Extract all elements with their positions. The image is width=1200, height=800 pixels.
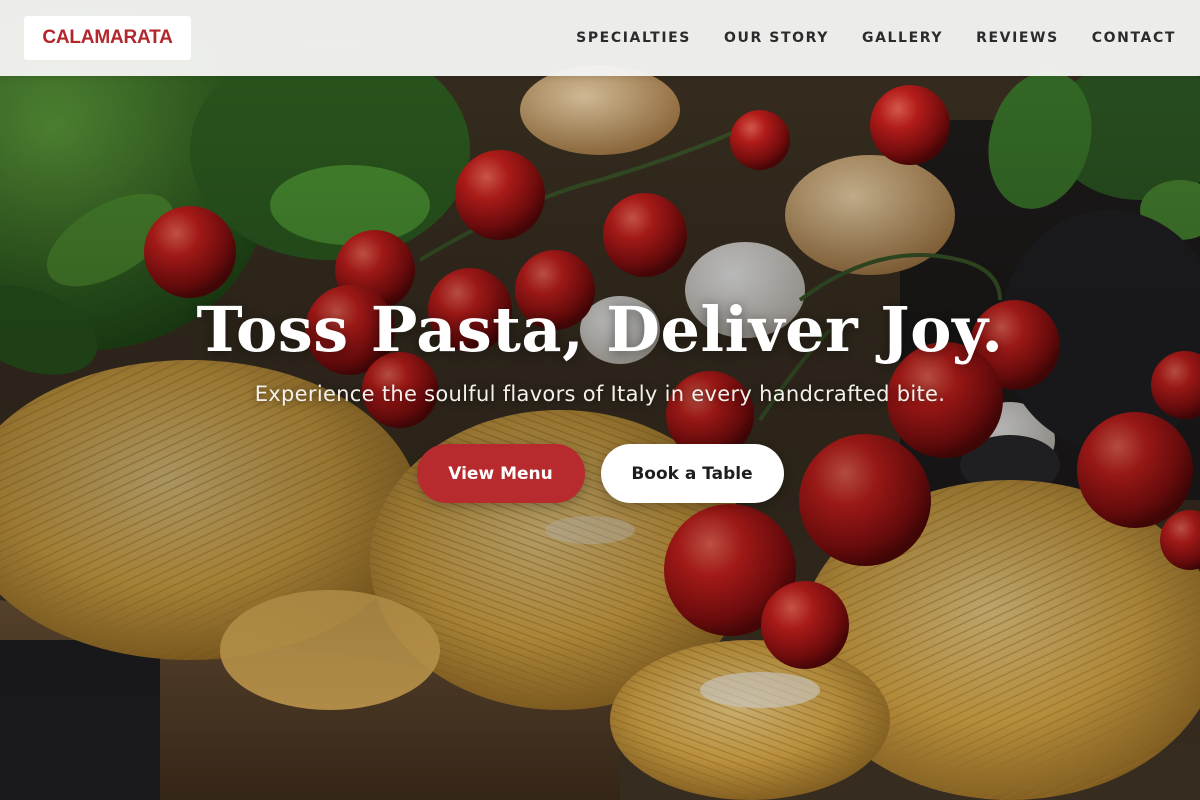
brand-logo[interactable]: CALAMARATA [24, 16, 191, 60]
book-table-button[interactable]: Book a Table [600, 444, 784, 503]
view-menu-button[interactable]: View Menu [416, 444, 585, 503]
nav-link-contact[interactable]: CONTACT [1092, 30, 1176, 46]
nav-links: SPECIALTIES OUR STORY GALLERY REVIEWS CO… [576, 0, 1176, 76]
hero-button-group: View Menu Book a Table [0, 444, 1200, 503]
nav-link-reviews[interactable]: REVIEWS [976, 30, 1059, 46]
hero-subtitle: Experience the soulful flavors of Italy … [254, 382, 946, 406]
hero-section: Toss Pasta, Deliver Joy. Experience the … [0, 284, 1200, 503]
top-navigation-bar: CALAMARATA SPECIALTIES OUR STORY GALLERY… [0, 0, 1200, 76]
hero-title: Toss Pasta, Deliver Joy. [196, 293, 1004, 366]
nav-link-gallery[interactable]: GALLERY [862, 30, 943, 46]
landing-page: CALAMARATA SPECIALTIES OUR STORY GALLERY… [0, 0, 1200, 800]
nav-link-our-story[interactable]: OUR STORY [724, 30, 829, 46]
nav-link-specialties[interactable]: SPECIALTIES [576, 30, 691, 46]
